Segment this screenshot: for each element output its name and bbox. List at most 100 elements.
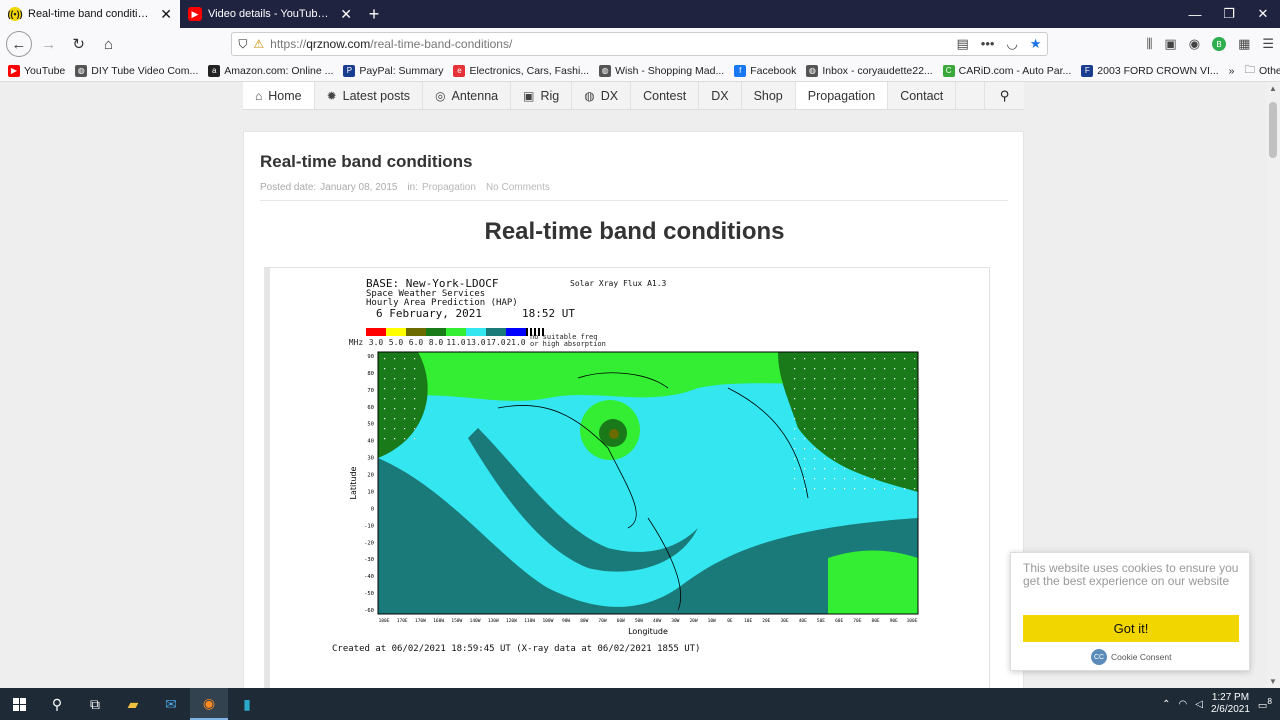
folder-icon: 🗀 [1244,63,1256,76]
extensions-icon[interactable]: ▦ [1238,36,1250,52]
facebook-icon: f [734,64,747,77]
youtube-icon: ▶ [188,7,202,21]
lon-tick-label: 20E [762,618,770,624]
bookmark-item[interactable]: ▶ YouTube [8,64,65,77]
tab-title: Real-time band conditions [28,8,155,20]
tab-band-conditions[interactable]: ((•)) Real-time band conditions ✕ [0,0,180,28]
maximize-icon[interactable]: ❐ [1212,0,1246,28]
minimize-icon[interactable]: — [1178,0,1212,28]
chevron-up-icon[interactable]: ⌃ [1162,699,1170,710]
chevron-double-right-icon[interactable]: » [1229,65,1235,77]
task-view-icon[interactable]: ⧉ [76,688,114,720]
extension-icon[interactable]: B [1212,37,1227,51]
menu-item-latest-posts[interactable]: ✹ Latest posts [315,82,424,109]
scrollbar[interactable]: ▲ ▼ [1266,82,1280,688]
search-icon[interactable]: ⚲ [38,688,76,720]
close-icon[interactable]: ✕ [340,7,352,21]
legend-value: 17.0 [486,338,506,347]
home-icon: ⌂ [255,88,263,103]
lat-tick-label: 20 [367,473,374,479]
search-icon[interactable]: ⚲ [984,82,1024,109]
qrz-icon: ((•)) [7,7,23,21]
warning-lock-icon[interactable]: ⚠ [253,37,264,51]
cookie-consent-brand[interactable]: CC Cookie Consent [1091,649,1171,665]
category-link[interactable]: Propagation [422,182,476,193]
lat-tick-label: -20 [364,540,374,546]
volume-icon[interactable]: ◁ [1195,699,1203,710]
menu-item-dx[interactable]: ◍ DX [572,82,632,109]
bookmark-item[interactable]: e Electronics, Cars, Fashi... [453,64,589,77]
globe-icon: ◍ [75,64,88,77]
legend-swatch [426,328,446,336]
new-tab-button[interactable]: + [360,0,388,28]
lat-tick-label: -50 [364,591,374,597]
legend-value: 21.0 [506,338,526,347]
pocket-icon[interactable]: ◡ [1006,36,1017,52]
menu-item-contact[interactable]: Contact [888,82,957,109]
notifications-icon[interactable]: ▭8 [1258,696,1272,711]
library-icon[interactable]: ⫼ [1146,36,1152,52]
bookmark-item[interactable]: P PayPal: Summary [343,64,443,77]
bookmark-item[interactable]: f Facebook [734,64,796,77]
firefox-icon[interactable]: ◉ [190,688,228,720]
lon-tick-label: 170W [415,618,426,624]
reload-button[interactable]: ↻ [66,31,92,57]
antenna-icon: ◎ [435,88,446,103]
x-axis-label: Longitude [628,627,668,636]
app-icon[interactable]: ▮ [228,688,266,720]
lat-tick-label: 0 [371,506,374,512]
lon-tick-label: 100W [542,618,553,624]
menu-item-rig[interactable]: ▣ Rig [511,82,573,109]
file-explorer-icon[interactable]: ▰ [114,688,152,720]
url-bar[interactable]: ⛉ ⚠ https://qrznow.com/real-time-band-co… [231,32,1049,56]
other-bookmarks[interactable]: 🗀Other Bookmarks [1245,62,1280,80]
propagation-map: BASE: New-York-LDOCF Space Weather Servi… [264,267,990,688]
wifi-icon[interactable]: ◠ [1179,699,1188,710]
scroll-down-icon[interactable]: ▼ [1266,677,1280,686]
lon-tick-label: 20W [689,618,697,624]
bookmark-item[interactable]: ◍ Wish - Shopping Mad... [599,64,724,77]
reader-view-icon[interactable]: ▤ [956,36,968,52]
account-icon[interactable]: ◉ [1189,36,1200,52]
bookmark-item[interactable]: ◍ Inbox - coryaudette22... [806,64,933,77]
forward-button[interactable]: → [36,31,62,57]
bookmark-item[interactable]: C CARiD.com - Auto Par... [942,64,1071,77]
menu-item-shop[interactable]: Shop [742,82,796,109]
menu-icon[interactable]: ☰ [1262,36,1274,52]
menu-item-home[interactable]: ⌂ Home [243,82,315,109]
back-button[interactable]: ← [6,31,32,57]
lon-tick-label: 140W [470,618,481,624]
close-window-icon[interactable]: ✕ [1246,0,1280,28]
got-it-button[interactable]: Got it! [1023,615,1239,642]
tab-youtube-studio[interactable]: ▶ Video details - YouTube Studio ✕ [180,0,360,28]
scroll-up-icon[interactable]: ▲ [1266,84,1280,93]
menu-item-antenna[interactable]: ◎ Antenna [423,82,512,109]
shield-icon[interactable]: ⛉ [238,37,247,52]
lat-tick-label: 90 [367,354,374,360]
sidebar-icon[interactable]: ▣ [1164,36,1176,52]
mail-icon[interactable]: ✉ [152,688,190,720]
lon-tick-label: 120W [506,618,517,624]
home-button[interactable]: ⌂ [96,31,122,57]
bookmark-item[interactable]: ◍ DIY Tube Video Com... [75,64,198,77]
bookmark-star-icon[interactable]: ★ [1030,36,1042,52]
menu-item-propagation[interactable]: Propagation [795,82,889,109]
bookmark-item[interactable]: a Amazon.com: Online ... [208,64,333,77]
clock[interactable]: 1:27 PM 2/6/2021 [1211,692,1250,716]
more-actions-icon[interactable]: ••• [981,36,995,52]
scroll-thumb[interactable] [1269,102,1277,158]
windows-start-icon[interactable] [0,688,38,720]
lat-tick-label: -10 [364,523,374,529]
y-axis-label: Latitude [349,466,358,499]
menu-item-contest[interactable]: Contest [631,82,700,109]
lon-tick-label: 80W [580,618,588,624]
paypal-icon: P [343,64,356,77]
close-icon[interactable]: ✕ [160,7,172,21]
comments-link[interactable]: No Comments [486,182,550,193]
legend-value: 11.0 [446,338,466,347]
lon-tick-label: 10W [708,618,716,624]
lon-tick-label: 70E [853,618,861,624]
bookmark-item[interactable]: F 2003 FORD CROWN VI... [1081,64,1219,77]
lon-tick-label: 70W [598,618,606,624]
menu-item-dx[interactable]: DX [699,82,742,109]
